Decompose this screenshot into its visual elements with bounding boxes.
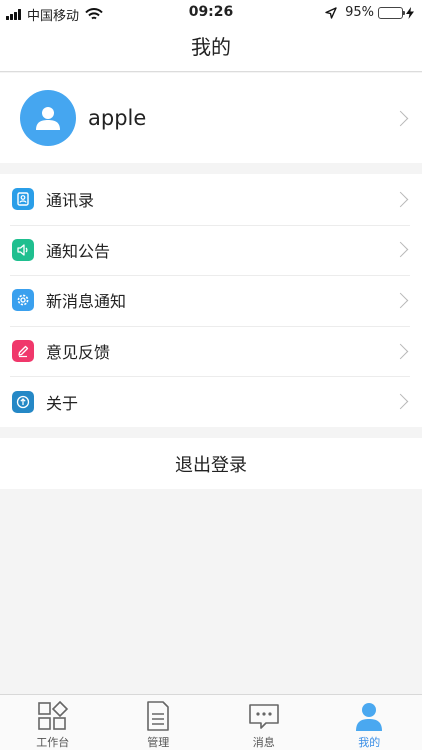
battery-icon: [378, 6, 405, 19]
menu-item-label: 通知公告: [46, 241, 111, 261]
page-title: 我的: [191, 35, 231, 59]
document-icon: [147, 701, 170, 731]
tab-workbench[interactable]: 工作台: [0, 695, 106, 750]
chevron-right-icon: [392, 242, 409, 258]
menu-item-label: 新消息通知: [46, 292, 127, 312]
person-icon: [36, 107, 60, 130]
logout-button[interactable]: 退出登录: [0, 438, 422, 489]
menu-item-about[interactable]: 关于: [0, 376, 422, 427]
nav-bar: 我的: [0, 26, 422, 72]
chevron-right-icon: [392, 110, 409, 126]
chevron-right-icon: [392, 393, 409, 410]
menu-item-notices[interactable]: 通知公告: [0, 224, 422, 276]
menu-item-label: 通讯录: [46, 191, 95, 211]
avatar: [20, 90, 76, 146]
tab-label: 工作台: [36, 736, 70, 749]
tab-label: 管理: [147, 736, 170, 749]
tab-bar: 工作台 管理 消息 我的: [0, 694, 422, 750]
contacts-icon: [12, 188, 34, 211]
menu-item-feedback[interactable]: 意见反馈: [0, 325, 422, 377]
charging-bolt-icon: [406, 6, 414, 19]
tab-label: 我的: [358, 736, 381, 749]
username: apple: [88, 106, 147, 130]
tab-messages[interactable]: 消息: [211, 695, 317, 750]
tab-mine[interactable]: 我的: [317, 695, 422, 750]
menu-item-label: 关于: [46, 393, 79, 413]
menu-item-contacts[interactable]: 通讯录: [0, 174, 422, 225]
status-bar: 中国移动 09:26 95%: [0, 0, 422, 26]
profile-row[interactable]: apple: [0, 73, 422, 163]
speaker-icon: [12, 238, 34, 261]
battery-percent: 95%: [345, 5, 374, 20]
chevron-right-icon: [392, 191, 409, 208]
upload-icon: [12, 390, 34, 413]
message-icon: [248, 704, 279, 729]
menu-item-label: 意见反馈: [46, 343, 111, 363]
chevron-right-icon: [392, 343, 409, 359]
menu-item-new-message-notify[interactable]: 新消息通知: [0, 275, 422, 326]
gear-icon: [12, 289, 34, 312]
status-right: 95%: [325, 5, 414, 20]
location-arrow-icon: [325, 6, 337, 19]
tab-manage[interactable]: 管理: [106, 695, 212, 750]
person-icon: [356, 703, 383, 731]
settings-menu: 通讯录 通知公告 新消息通知 意见反馈 关于: [0, 174, 422, 427]
tab-label: 消息: [252, 736, 275, 749]
workbench-icon: [37, 700, 68, 730]
pencil-icon: [12, 340, 34, 363]
chevron-right-icon: [392, 292, 409, 309]
